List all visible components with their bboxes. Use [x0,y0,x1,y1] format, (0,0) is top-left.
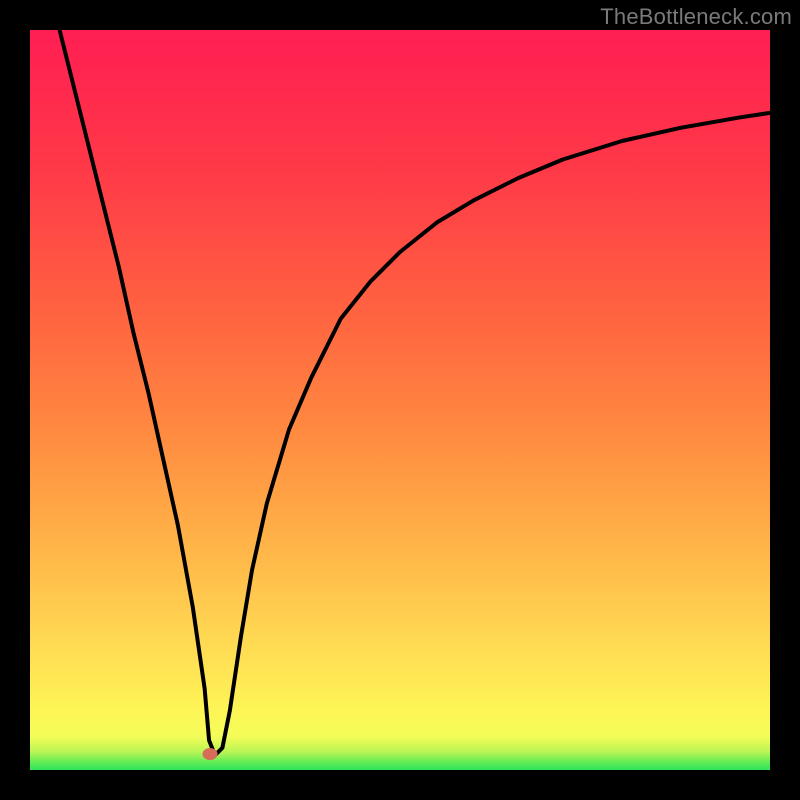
bottleneck-curve [30,30,770,770]
chart-frame: TheBottleneck.com [0,0,800,800]
optimum-marker [202,748,217,760]
plot-area [30,30,770,770]
watermark-text: TheBottleneck.com [600,4,792,30]
